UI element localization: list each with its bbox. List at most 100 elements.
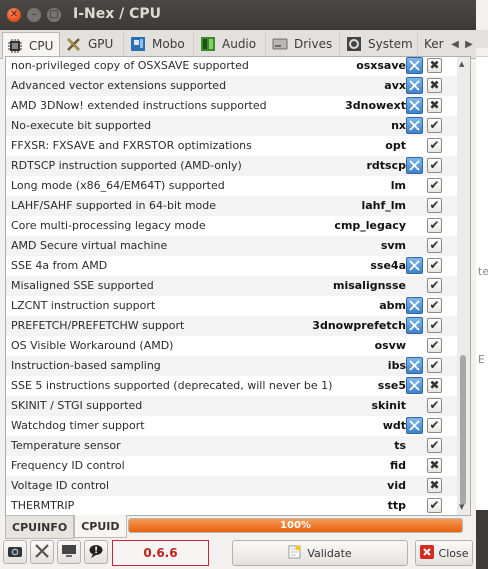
- flag-description: No-execute bit supported: [11, 119, 152, 132]
- monitor-icon: [61, 543, 77, 562]
- flag-row[interactable]: non-privileged copy of OSXSAVE supported…: [6, 57, 458, 76]
- flag-description: PREFETCH/PREFETCHW support: [11, 319, 185, 332]
- flag-row[interactable]: LAHF/SAHF supported in 64-bit mode lahf_l…: [6, 196, 458, 216]
- flag-description: SSE 5 instructions supported (deprecated…: [11, 379, 333, 392]
- tab-label: Drives: [294, 37, 333, 51]
- window-maximize-button[interactable]: □: [47, 8, 61, 22]
- window-title: I-Nex / CPU: [73, 6, 162, 22]
- flag-description: AMD 3DNow! extended instructions support…: [11, 99, 267, 112]
- tab-scroll-right-icon[interactable]: ▶: [465, 39, 473, 50]
- supported-check-icon: ✔: [427, 338, 442, 353]
- title-bar: ✕ – □ I-Nex / CPU: [0, 0, 476, 30]
- flag-description: SKINIT / STGI supported: [11, 399, 143, 412]
- flag-name: opt: [385, 139, 406, 152]
- supported-check-icon: ✔: [427, 238, 442, 253]
- flag-name: nx: [391, 119, 406, 132]
- bg-tabbar: [476, 30, 488, 48]
- flag-name: sse4a: [370, 259, 406, 272]
- cpu-flags-list[interactable]: non-privileged copy of OSXSAVE supported…: [5, 56, 459, 516]
- scroll-down-icon[interactable]: ▼: [459, 503, 464, 511]
- flag-row[interactable]: SSE 4a from AMD sse4a ✔: [6, 256, 458, 276]
- flag-description: Voltage ID control: [11, 479, 110, 492]
- report-button[interactable]: [57, 540, 81, 564]
- flag-name: vid: [387, 479, 406, 492]
- flag-name: 3dnowprefetch: [312, 319, 406, 332]
- flag-row[interactable]: No-execute bit supported nx ✔: [6, 116, 458, 136]
- supported-check-icon: ✔: [427, 158, 442, 173]
- os-support-icon: [406, 357, 423, 374]
- tab-gpu[interactable]: GPU: [62, 32, 124, 56]
- audio-icon: [200, 36, 216, 52]
- tab-cpuid[interactable]: CPUID: [74, 515, 127, 538]
- screenshot-button[interactable]: [3, 540, 27, 564]
- flag-row[interactable]: Watchdog timer support wdt ✔: [6, 416, 458, 436]
- tab-system[interactable]: System: [342, 32, 418, 56]
- flag-description: non-privileged copy of OSXSAVE supported: [11, 59, 249, 72]
- flag-row[interactable]: PREFETCH/PREFETCHW support 3dnowprefetch ✔: [6, 316, 458, 336]
- cpu-icon: [7, 38, 23, 54]
- tab-audio[interactable]: Audio: [196, 32, 266, 56]
- flag-description: Temperature sensor: [11, 439, 121, 452]
- flag-row[interactable]: Frequency ID control fid ✖: [6, 456, 458, 476]
- flag-description: Advanced vector extensions supported: [11, 79, 227, 92]
- flag-name: avx: [384, 79, 406, 92]
- unsupported-x-icon: ✖: [427, 58, 442, 73]
- tab-label: GPU: [88, 37, 114, 51]
- tab-bar: CPU GPU Mobo Audio Drives System Ker ◀ ▶: [0, 30, 476, 59]
- unsupported-x-icon: ✖: [427, 98, 442, 113]
- validate-label: Validate: [307, 546, 352, 560]
- flag-row[interactable]: Temperature sensor ts ✔: [6, 436, 458, 456]
- flag-description: Core multi-processing legacy mode: [11, 219, 206, 232]
- flag-row[interactable]: Misaligned SSE supported misalignsse ✔: [6, 276, 458, 296]
- supported-check-icon: ✔: [427, 198, 442, 213]
- supported-check-icon: ✔: [427, 318, 442, 333]
- flag-name: ibs: [387, 359, 406, 372]
- supported-check-icon: ✔: [427, 178, 442, 193]
- close-label: Close: [438, 546, 469, 560]
- supported-check-icon: ✔: [427, 358, 442, 373]
- version-label: 0.6.6: [112, 540, 209, 566]
- tab-mobo[interactable]: Mobo: [126, 32, 194, 56]
- scroll-up-icon[interactable]: ▲: [459, 60, 464, 68]
- validate-button[interactable]: Validate: [232, 540, 408, 566]
- flag-description: AMD Secure virtual machine: [11, 239, 168, 252]
- flag-row[interactable]: THERMTRIP ttp ✔: [6, 496, 458, 515]
- flag-row[interactable]: AMD 3DNow! extended instructions support…: [6, 96, 458, 116]
- flag-row[interactable]: Voltage ID control vid ✖: [6, 476, 458, 496]
- scrollbar-thumb[interactable]: [460, 355, 466, 505]
- flag-name: osxsave: [356, 59, 406, 72]
- flag-row[interactable]: FFXSR: FXSAVE and FXRSTOR optimizations o…: [6, 136, 458, 156]
- tools-icon: [34, 543, 50, 562]
- tab-kernel[interactable]: Ker: [420, 32, 450, 56]
- tab-cpuinfo[interactable]: CPUINFO: [5, 515, 75, 539]
- flag-row[interactable]: Long mode (x86_64/EM64T) supported lm ✔: [6, 176, 458, 196]
- bg-dark: [476, 510, 488, 569]
- flag-name: sse5: [377, 379, 406, 392]
- close-button[interactable]: Close: [415, 540, 473, 566]
- tab-cpu[interactable]: CPU: [2, 32, 60, 59]
- flag-row[interactable]: Core multi-processing legacy mode cmp_leg…: [6, 216, 458, 236]
- supported-check-icon: ✔: [427, 118, 442, 133]
- about-button[interactable]: [84, 540, 108, 564]
- tab-scroll-left-icon[interactable]: ◀: [451, 39, 459, 50]
- window-close-button[interactable]: ✕: [7, 8, 21, 22]
- flag-row[interactable]: LZCNT instruction support abm ✔: [6, 296, 458, 316]
- flag-row[interactable]: SKINIT / STGI supported skinit ✔: [6, 396, 458, 416]
- flag-name: lm: [390, 179, 406, 192]
- flag-row[interactable]: AMD Secure virtual machine svm ✔: [6, 236, 458, 256]
- flag-row[interactable]: Instruction-based sampling ibs ✔: [6, 356, 458, 376]
- bottom-toolbar: 0.6.6 Validate Close: [0, 538, 476, 569]
- flag-name: misalignsse: [332, 279, 406, 292]
- bg-content: te E: [476, 56, 488, 511]
- tab-drives[interactable]: Drives: [268, 32, 340, 56]
- flag-row[interactable]: OS Visible Workaround (AMD) osvw ✔: [6, 336, 458, 356]
- tab-label: Ker: [424, 37, 444, 51]
- flags-scrollbar[interactable]: ▲ ▼: [457, 56, 471, 516]
- flag-row[interactable]: RDTSCP instruction supported (AMD-only) r…: [6, 156, 458, 176]
- window-minimize-button[interactable]: –: [27, 8, 41, 22]
- preferences-button[interactable]: [30, 540, 54, 564]
- flag-row[interactable]: SSE 5 instructions supported (deprecated…: [6, 376, 458, 396]
- flag-row[interactable]: Advanced vector extensions supported avx ✖: [6, 76, 458, 96]
- tab-label: Mobo: [152, 37, 185, 51]
- speech-bubble-icon: [88, 543, 104, 562]
